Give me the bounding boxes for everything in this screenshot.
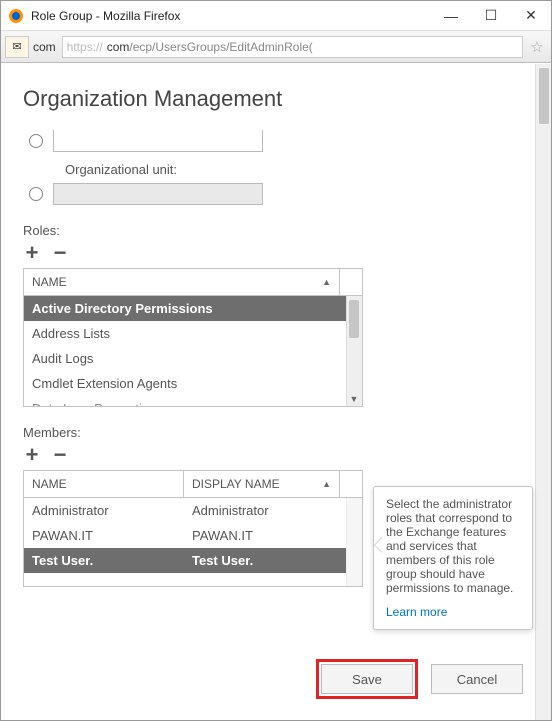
sort-asc-icon: ▲ <box>322 277 331 287</box>
table-row[interactable]: PAWAN.IT PAWAN.IT <box>24 523 346 548</box>
learn-more-link[interactable]: Learn more <box>386 605 520 619</box>
window-titlebar: Role Group - Mozilla Firefox — ☐ ✕ <box>1 1 551 31</box>
host-fragment: com <box>33 40 56 54</box>
bookmark-star-icon[interactable]: ☆ <box>523 38 551 56</box>
table-row[interactable]: Address Lists <box>24 321 346 346</box>
roles-header-scroll-gutter <box>340 269 362 296</box>
window-title: Role Group - Mozilla Firefox <box>31 9 431 23</box>
tooltip-text: Select the administrator roles that corr… <box>386 497 513 595</box>
members-header-scroll-gutter <box>340 471 362 498</box>
members-scrollbar[interactable] <box>346 498 362 586</box>
roles-remove-button[interactable]: − <box>51 244 69 262</box>
members-remove-button[interactable]: − <box>51 446 69 464</box>
table-row[interactable]: Test User. Test User. <box>24 548 346 573</box>
maximize-button[interactable]: ☐ <box>471 2 511 30</box>
roles-table: NAME ▲ Active Directory Permissions Addr… <box>23 268 363 407</box>
scope-radio-ou[interactable] <box>29 187 43 201</box>
page-icon: ✉ <box>5 36 29 58</box>
scrollbar-thumb[interactable] <box>539 68 549 124</box>
scope-radio-default[interactable] <box>29 134 43 148</box>
members-label: Members: <box>23 425 511 440</box>
browser-address-bar: ✉ com https:// com /ecp/UsersGroups/Edit… <box>1 31 551 63</box>
members-table: NAME DISPLAY NAME ▲ Administrator Admini… <box>23 470 363 587</box>
ou-input[interactable] <box>53 183 263 205</box>
members-add-button[interactable]: + <box>23 446 41 464</box>
cancel-button[interactable]: Cancel <box>431 664 523 694</box>
sort-asc-icon: ▲ <box>322 479 331 489</box>
page-title: Organization Management <box>23 86 511 112</box>
table-row[interactable]: Data Loss Prevention <box>24 396 346 406</box>
table-row[interactable]: Cmdlet Extension Agents <box>24 371 346 396</box>
save-button[interactable]: Save <box>321 664 413 694</box>
table-row[interactable]: Administrator Administrator <box>24 498 346 523</box>
scrollbar-down-arrow[interactable]: ▼ <box>349 394 359 404</box>
members-header-display[interactable]: DISPLAY NAME ▲ <box>184 471 340 498</box>
page-scrollbar[interactable] <box>535 64 551 720</box>
ou-label: Organizational unit: <box>65 162 511 177</box>
scrollbar-thumb[interactable] <box>349 300 359 338</box>
scope-default-select[interactable] <box>53 130 263 152</box>
url-input[interactable]: https:// com /ecp/UsersGroups/EditAdminR… <box>62 36 523 58</box>
roles-header-name[interactable]: NAME ▲ <box>24 269 340 296</box>
close-button[interactable]: ✕ <box>511 2 551 30</box>
table-row[interactable]: Audit Logs <box>24 346 346 371</box>
roles-scrollbar[interactable]: ▼ <box>346 296 362 406</box>
table-row[interactable]: Active Directory Permissions <box>24 296 346 321</box>
roles-list: Active Directory Permissions Address Lis… <box>24 296 346 406</box>
members-header-name[interactable]: NAME <box>24 471 184 498</box>
roles-add-button[interactable]: + <box>23 244 41 262</box>
info-tooltip: Select the administrator roles that corr… <box>373 486 533 630</box>
minimize-button[interactable]: — <box>431 2 471 30</box>
firefox-icon <box>7 7 25 25</box>
members-list: Administrator Administrator PAWAN.IT PAW… <box>24 498 346 586</box>
roles-label: Roles: <box>23 223 511 238</box>
